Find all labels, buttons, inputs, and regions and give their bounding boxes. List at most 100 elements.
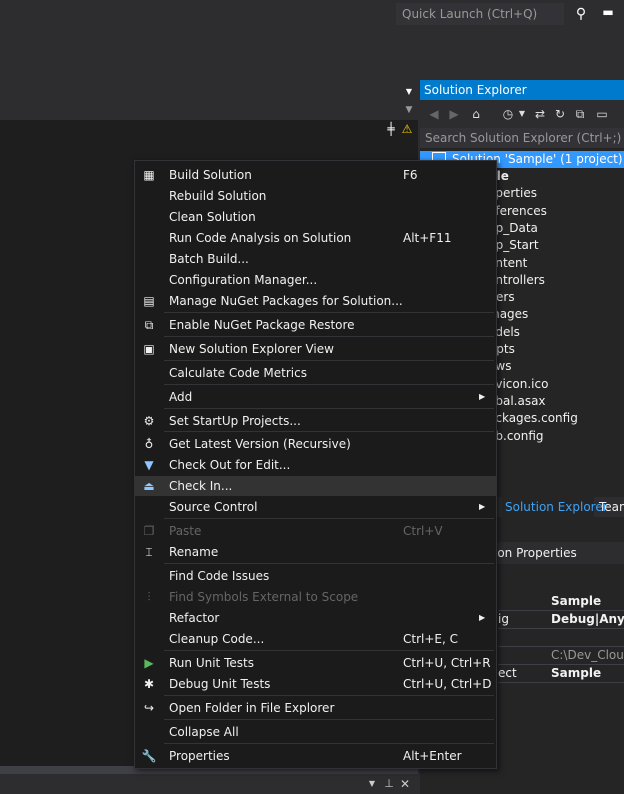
menu-item-clean-solution[interactable]: Clean Solution	[135, 207, 496, 227]
menu-item-label: Rename	[169, 545, 219, 559]
find-symbols-icon: ⫶	[147, 590, 151, 604]
check-out-icon: ▼	[144, 458, 154, 472]
menu-item-label: Enable NuGet Package Restore	[169, 318, 355, 332]
menu-item-label: Configuration Manager...	[169, 273, 318, 287]
property-value[interactable]	[551, 628, 624, 646]
menu-item-rebuild-solution[interactable]: Rebuild Solution	[135, 186, 496, 206]
wrench-icon: 🔧	[141, 749, 157, 763]
submenu-arrow-icon: ▶	[479, 502, 486, 511]
build-icon: ▦	[143, 168, 155, 182]
menu-item-label: Batch Build...	[169, 252, 249, 266]
back-icon[interactable]: ◀	[426, 106, 442, 122]
menu-item-label: Debug Unit Tests	[169, 677, 271, 691]
sync-icon[interactable]: ⇄	[532, 106, 548, 122]
menu-item-run-unit-tests[interactable]: ▶ Run Unit Tests Ctrl+U, Ctrl+R	[135, 653, 496, 673]
menu-item-shortcut: F6	[403, 168, 418, 182]
menu-item-find-symbols-external-to-scope: ⫶ Find Symbols External to Scope	[135, 587, 496, 607]
menu-separator	[164, 719, 494, 720]
menu-item-new-solution-explorer-view[interactable]: ▣ New Solution Explorer View	[135, 339, 496, 359]
check-in-icon: ⏏	[143, 479, 155, 493]
menu-item-shortcut: Ctrl+E, C	[403, 632, 458, 646]
menu-item-label: Paste	[169, 524, 202, 538]
menu-item-open-folder-in-file-explorer[interactable]: ↪ Open Folder in File Explorer	[135, 698, 496, 718]
tab-team[interactable]: Team	[596, 497, 624, 517]
chevron-down-icon[interactable]: ▼	[366, 776, 378, 792]
menu-item-label: Check Out for Edit...	[169, 458, 291, 472]
submenu-arrow-icon: ▶	[479, 613, 486, 622]
property-name: ig	[498, 612, 509, 626]
menu-item-label: Open Folder in File Explorer	[169, 701, 335, 715]
menu-item-batch-build[interactable]: Batch Build...	[135, 249, 496, 269]
menu-item-cleanup-code[interactable]: Cleanup Code... Ctrl+E, C	[135, 629, 496, 649]
menu-item-run-code-analysis-on-solution[interactable]: Run Code Analysis on Solution Alt+F11	[135, 228, 496, 248]
menu-item-shortcut: Ctrl+U, Ctrl+D	[403, 677, 492, 691]
menu-item-label: Run Code Analysis on Solution	[169, 231, 352, 245]
pin-icon[interactable]: ⊥	[382, 776, 396, 792]
menu-item-add[interactable]: Add ▶	[135, 387, 496, 407]
properties-icon[interactable]: ▭	[594, 106, 610, 122]
menu-item-source-control[interactable]: Source Control ▶	[135, 497, 496, 517]
menu-separator	[164, 431, 494, 432]
chevron-down-icon[interactable]: ▼	[402, 86, 416, 98]
menu-item-check-in[interactable]: ⏏ Check In...	[135, 476, 496, 496]
submenu-arrow-icon: ▶	[479, 392, 486, 401]
menu-item-manage-nuget-packages-for-solution[interactable]: ▤ Manage NuGet Packages for Solution...	[135, 291, 496, 311]
property-value[interactable]: Sample	[551, 664, 624, 682]
forward-icon[interactable]: ▶	[446, 106, 462, 122]
menu-separator	[164, 384, 494, 385]
menu-item-properties[interactable]: 🔧 Properties Alt+Enter	[135, 746, 496, 766]
menu-separator	[164, 695, 494, 696]
chevron-down-icon[interactable]: ▼	[514, 106, 530, 122]
menu-item-label: Properties	[169, 749, 230, 763]
menu-item-debug-unit-tests[interactable]: ✱ Debug Unit Tests Ctrl+U, Ctrl+D	[135, 674, 496, 694]
collapse-all-icon[interactable]: ⧉	[572, 106, 588, 122]
menu-item-collapse-all[interactable]: Collapse All	[135, 722, 496, 742]
get-latest-icon: ♁	[144, 437, 154, 451]
close-icon[interactable]: ✕	[398, 776, 412, 792]
menu-separator	[164, 650, 494, 651]
paste-icon: ❐	[143, 524, 155, 538]
home-icon[interactable]: ⌂	[468, 106, 484, 122]
refresh-icon[interactable]: ↻	[552, 106, 568, 122]
tree-item[interactable]: ackages.config	[488, 410, 578, 427]
menu-separator	[164, 518, 494, 519]
property-value[interactable]: C:\Dev_Cloud\	[551, 646, 624, 664]
menu-item-find-code-issues[interactable]: Find Code Issues	[135, 566, 496, 586]
menu-item-enable-nuget-package-restore[interactable]: ⧉ Enable NuGet Package Restore	[135, 315, 496, 335]
tree-item[interactable]: avicon.ico	[488, 376, 548, 393]
open-folder-icon: ↪	[143, 701, 155, 715]
gear-icon: ⚙	[143, 414, 155, 428]
menu-item-check-out-for-edit[interactable]: ▼ Check Out for Edit...	[135, 455, 496, 475]
menu-item-label: Get Latest Version (Recursive)	[169, 437, 351, 451]
menu-separator	[164, 312, 494, 313]
nuget-icon: ▤	[143, 294, 155, 308]
new-view-icon: ▣	[143, 342, 155, 356]
menu-item-label: Find Symbols External to Scope	[169, 590, 359, 604]
property-value[interactable]: Debug|Any CPU	[551, 610, 624, 628]
quick-launch-input[interactable]: Quick Launch (Ctrl+Q)	[396, 3, 564, 25]
property-name	[498, 592, 546, 610]
solution-explorer-title: Solution Explorer	[420, 80, 624, 100]
menu-item-get-latest-version-recursive[interactable]: ♁ Get Latest Version (Recursive)	[135, 434, 496, 454]
minimize-button[interactable]: ▬	[598, 3, 618, 25]
menu-item-build-solution[interactable]: ▦ Build Solution F6	[135, 165, 496, 185]
split-icon[interactable]: ╪	[384, 122, 398, 136]
property-value[interactable]: Sample	[551, 592, 624, 610]
menu-item-set-startup-projects[interactable]: ⚙ Set StartUp Projects...	[135, 411, 496, 431]
tab-solution-explorer[interactable]: Solution Explorer	[502, 497, 608, 517]
menu-separator	[164, 336, 494, 337]
menu-item-refactor[interactable]: Refactor ▶	[135, 608, 496, 628]
menu-item-label: Clean Solution	[169, 210, 256, 224]
menu-item-label: Set StartUp Projects...	[169, 414, 301, 428]
search-icon[interactable]: ⚲	[570, 3, 592, 25]
navigation-dropdown-icon[interactable]: ▼	[402, 102, 416, 118]
menu-separator	[164, 360, 494, 361]
menu-item-label: Manage NuGet Packages for Solution...	[169, 294, 403, 308]
menu-item-configuration-manager[interactable]: Configuration Manager...	[135, 270, 496, 290]
solution-explorer-search-input[interactable]: Search Solution Explorer (Ctrl+;)	[420, 128, 624, 148]
menu-item-rename[interactable]: ⌶ Rename	[135, 542, 496, 562]
warning-icon: ⚠	[401, 122, 413, 136]
play-icon: ▶	[144, 656, 154, 670]
menu-item-label: Source Control	[169, 500, 258, 514]
menu-item-calculate-code-metrics[interactable]: Calculate Code Metrics	[135, 363, 496, 383]
